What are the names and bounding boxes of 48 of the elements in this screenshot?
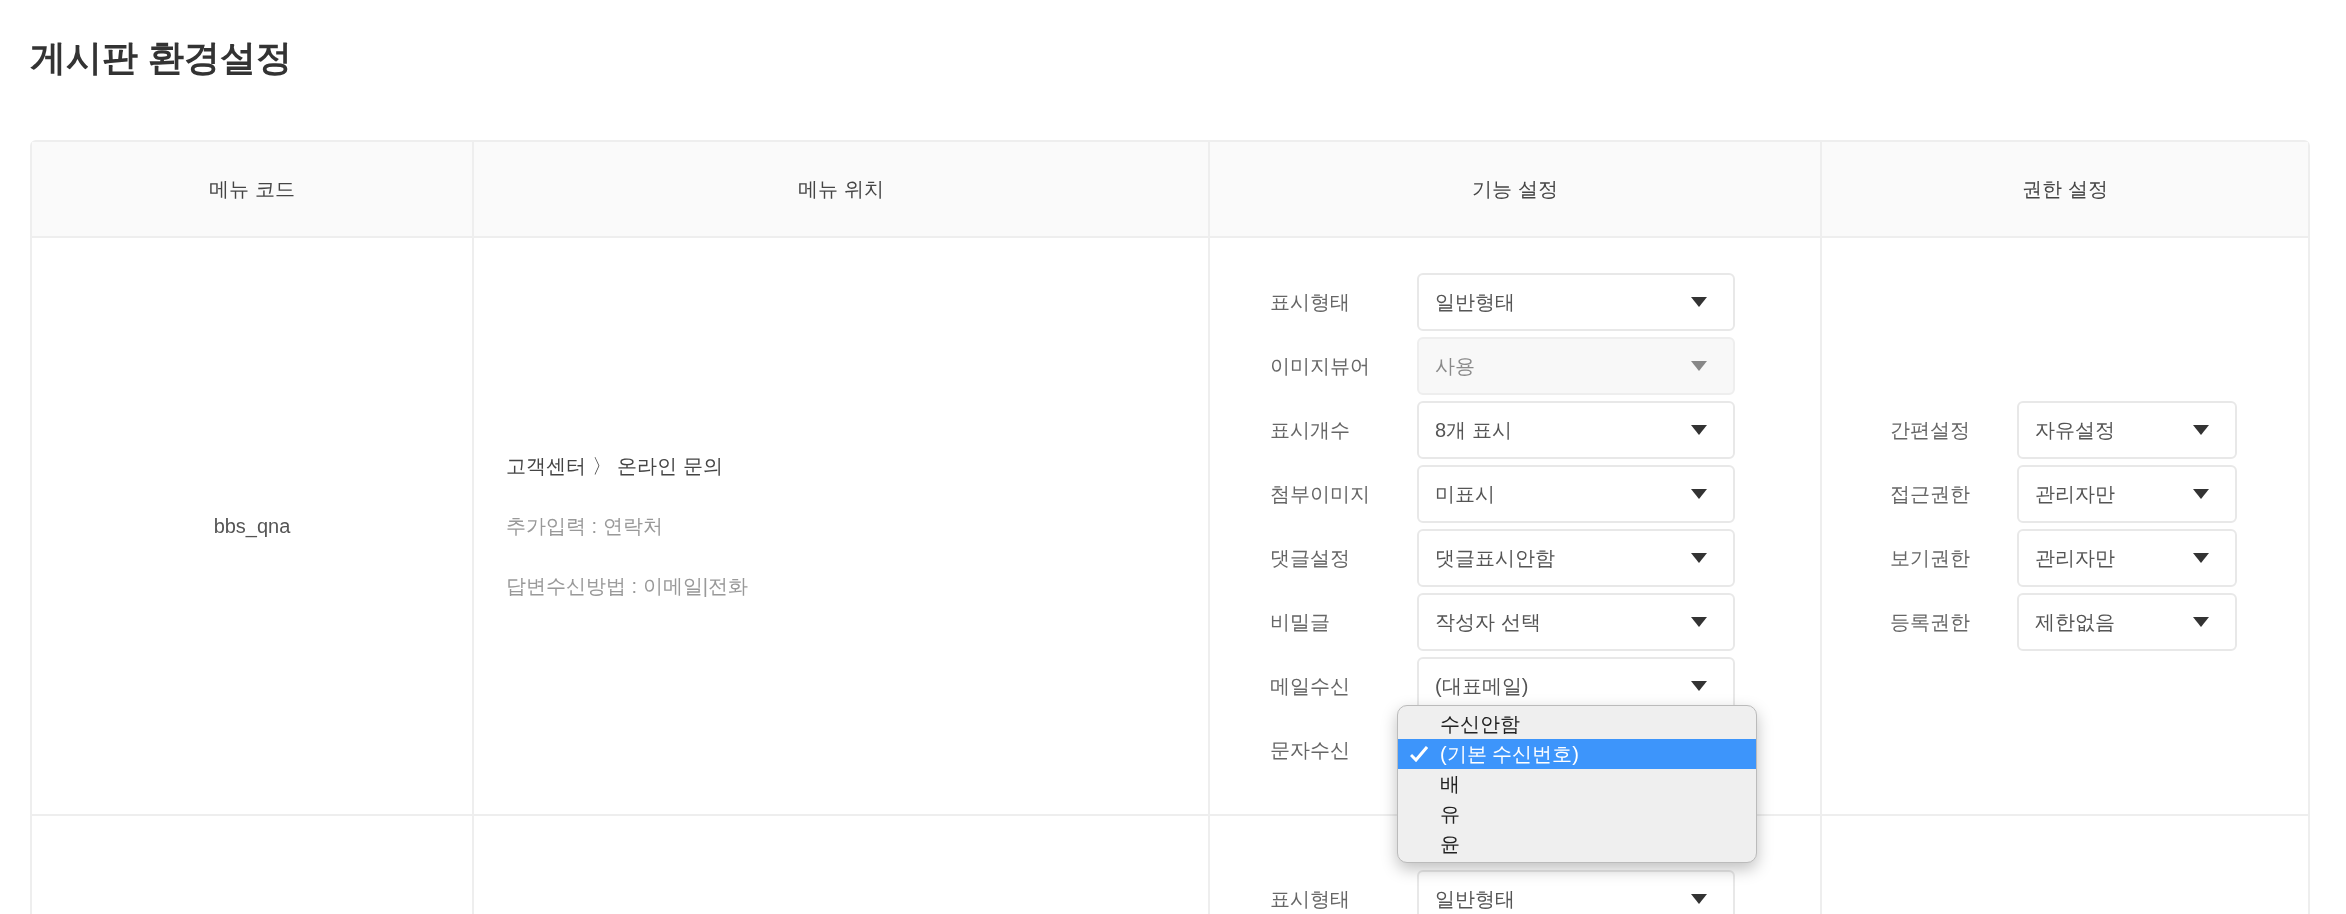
page-title: 게시판 환경설정: [30, 36, 293, 80]
field-label: 메일수신: [1270, 674, 1351, 699]
field-label: 댓글설정: [1270, 546, 1351, 571]
select-dropdown[interactable]: 제한없음: [2017, 593, 2237, 651]
caret-icon: [1691, 425, 1707, 435]
select-dropdown[interactable]: 자유설정: [2017, 401, 2237, 459]
field-label: 표시형태: [1270, 887, 1351, 912]
field-label: 표시형태: [1270, 290, 1351, 315]
caret-icon: [1691, 617, 1707, 627]
caret-icon: [2193, 553, 2209, 563]
caret-icon: [2193, 425, 2209, 435]
field-label: 보기권한: [1890, 546, 1971, 571]
menu-code: bbs_qna: [213, 514, 291, 540]
caret-icon: [1691, 681, 1707, 691]
dropdown-option[interactable]: 윤: [1398, 829, 1756, 859]
caret-icon: [1691, 894, 1707, 904]
select-dropdown[interactable]: 미표시: [1417, 465, 1735, 523]
field-label: 표시개수: [1270, 418, 1351, 443]
field-label: 비밀글: [1270, 610, 1331, 635]
field-label: 이미지뷰어: [1270, 354, 1371, 379]
select-dropdown[interactable]: 댓글표시안함: [1417, 529, 1735, 587]
select-dropdown[interactable]: 일반형태: [1417, 273, 1735, 331]
field-label: 첨부이미지: [1270, 482, 1371, 507]
field-label: 간편설정: [1890, 418, 1971, 443]
caret-icon: [1691, 553, 1707, 563]
select-dropdown[interactable]: 일반형태: [1417, 870, 1735, 914]
select-dropdown[interactable]: 관리자만: [2017, 529, 2237, 587]
dropdown-option[interactable]: 유: [1398, 799, 1756, 829]
column-header: 기능 설정: [1472, 177, 1558, 202]
menu-path: 고객센터 〉 온라인 문의: [506, 454, 724, 479]
caret-icon: [1691, 361, 1707, 371]
select-dropdown[interactable]: 8개 표시: [1417, 401, 1735, 459]
field-label: 문자수신: [1270, 738, 1351, 763]
column-header: 메뉴 위치: [798, 177, 884, 202]
field-label: 등록권한: [1890, 610, 1971, 635]
field-label: 접근권한: [1890, 482, 1971, 507]
caret-icon: [2193, 617, 2209, 627]
dropdown-option[interactable]: 배: [1398, 769, 1756, 799]
column-header: 메뉴 코드: [209, 177, 295, 202]
select-dropdown[interactable]: 관리자만: [2017, 465, 2237, 523]
menu-detail: 답변수신방법 : 이메일|전화: [506, 574, 749, 599]
caret-icon: [1691, 489, 1707, 499]
check-icon: [1410, 746, 1428, 762]
column-header: 권한 설정: [2022, 177, 2108, 202]
caret-icon: [1691, 297, 1707, 307]
caret-icon: [2193, 489, 2209, 499]
select-dropdown[interactable]: 작성자 선택: [1417, 593, 1735, 651]
menu-detail: 추가입력 : 연락처: [506, 514, 664, 539]
